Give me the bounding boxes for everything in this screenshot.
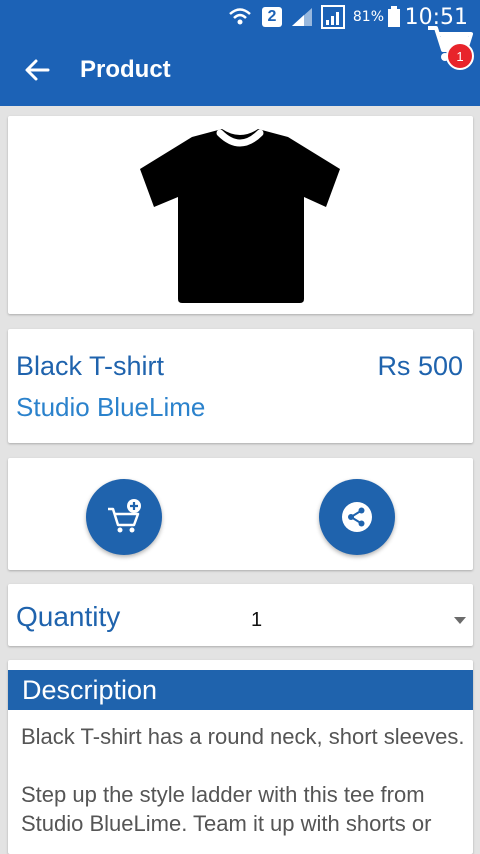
cart-count-badge: 1 bbox=[446, 42, 474, 70]
share-button[interactable] bbox=[319, 479, 395, 555]
sim-indicator: 2 bbox=[262, 0, 282, 34]
app-bar: Product bbox=[0, 34, 480, 106]
product-image-card bbox=[8, 116, 473, 314]
add-to-cart-icon bbox=[108, 499, 141, 533]
signal-icon bbox=[292, 8, 312, 26]
signal-secondary-icon bbox=[321, 5, 345, 29]
product-price: Rs 500 bbox=[377, 351, 463, 381]
product-info-card: Black T-shirt Rs 500 Studio BlueLime bbox=[8, 329, 473, 443]
share-icon bbox=[342, 502, 372, 532]
battery-icon bbox=[388, 6, 400, 27]
quantity-select[interactable]: 1 bbox=[238, 584, 473, 646]
page-title: Product bbox=[80, 56, 171, 83]
description-card: Description Black T-shirt has a round ne… bbox=[8, 660, 473, 854]
product-name: Black T-shirt bbox=[16, 351, 165, 381]
battery-percent: 81% bbox=[352, 9, 384, 25]
add-to-cart-button[interactable] bbox=[86, 479, 162, 555]
quantity-value: 1 bbox=[251, 609, 263, 631]
sim-slot-number: 2 bbox=[262, 7, 282, 27]
quantity-label: Quantity bbox=[16, 601, 121, 632]
quantity-card: Quantity 1 bbox=[8, 584, 473, 646]
wifi-icon bbox=[229, 8, 251, 25]
dropdown-arrow-icon bbox=[454, 617, 466, 624]
back-arrow-icon[interactable] bbox=[18, 52, 58, 88]
status-bar: 2 81% 10:51 bbox=[0, 0, 480, 34]
actions-card bbox=[8, 458, 473, 570]
description-text: Black T-shirt has a round neck, short sl… bbox=[21, 724, 465, 836]
description-title: Description bbox=[8, 670, 473, 710]
product-brand[interactable]: Studio BlueLime bbox=[16, 392, 205, 423]
tshirt-icon bbox=[140, 129, 340, 303]
